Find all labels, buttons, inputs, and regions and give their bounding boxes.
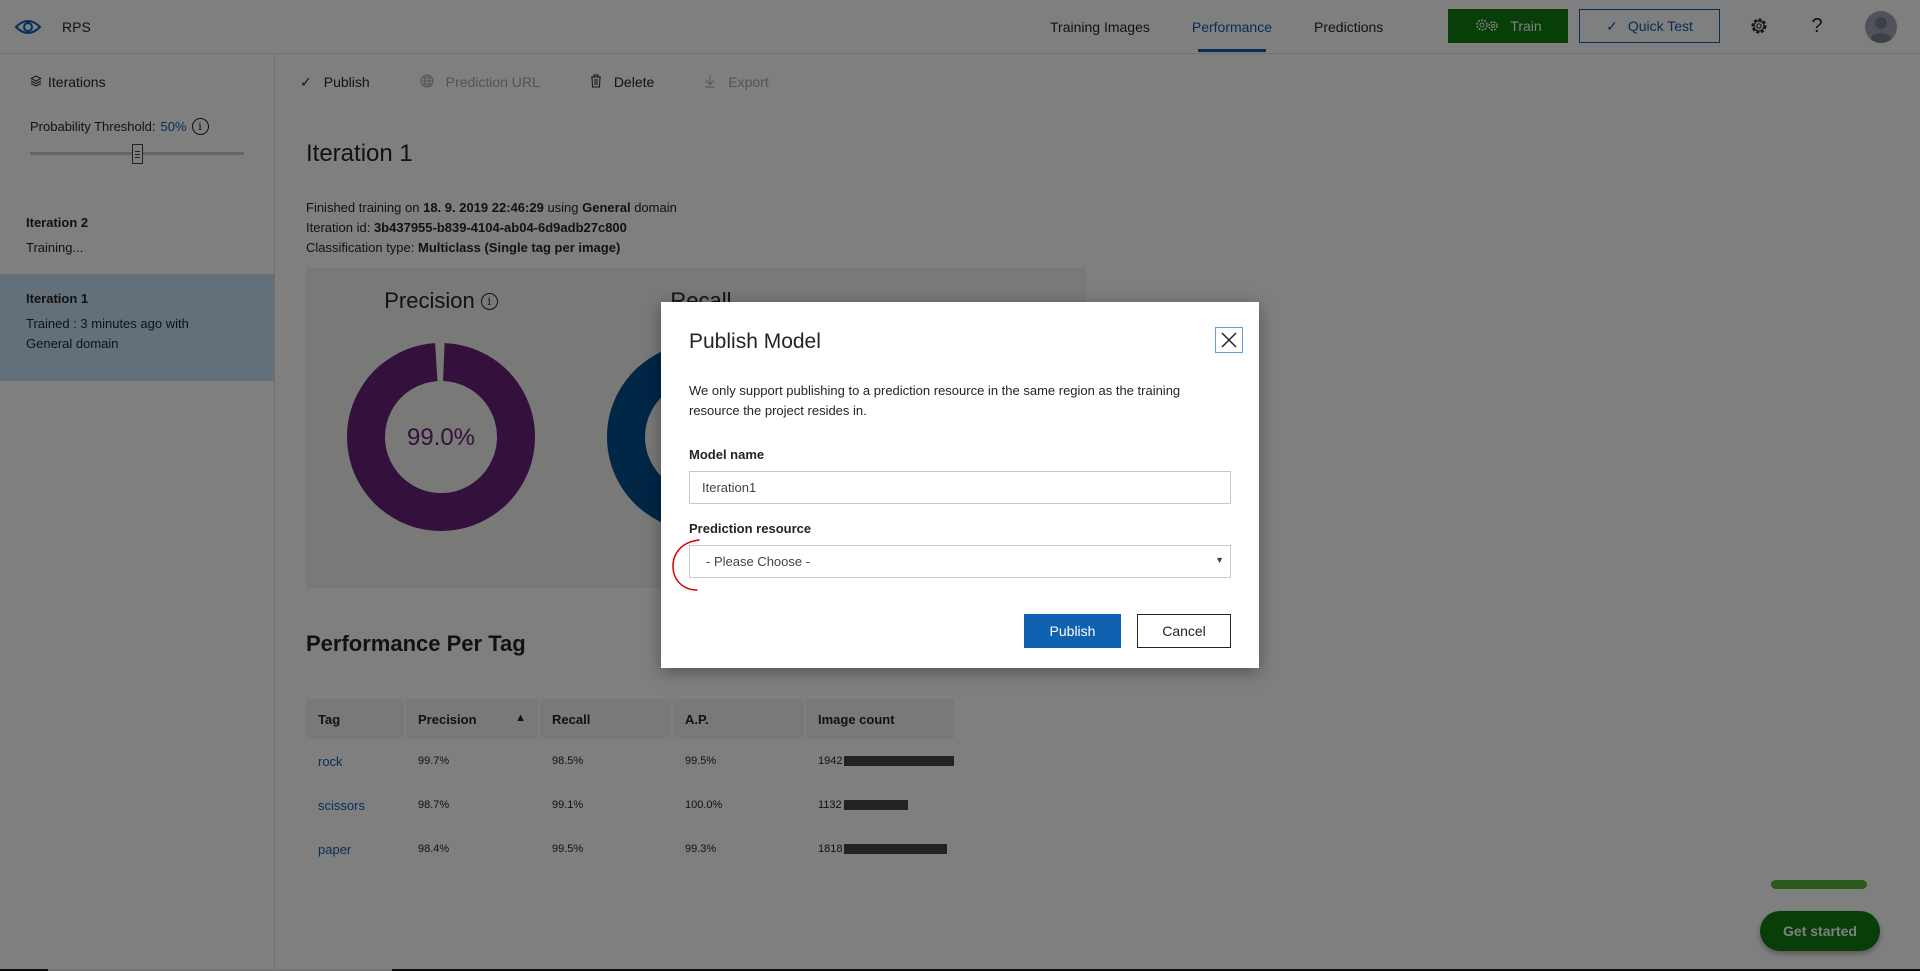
prediction-resource-value: - Please Choose -: [706, 554, 811, 569]
dialog-title: Publish Model: [689, 330, 821, 353]
prediction-resource-select[interactable]: - Please Choose - ▼: [689, 545, 1231, 578]
publish-model-dialog: Publish Model We only support publishing…: [661, 302, 1259, 668]
dialog-description: We only support publishing to a predicti…: [689, 383, 1181, 418]
close-button[interactable]: [1215, 327, 1243, 353]
close-icon: [1221, 332, 1237, 348]
prediction-resource-label: Prediction resource: [689, 521, 812, 536]
dropdown-caret-icon: ▼: [1215, 555, 1224, 565]
model-name-input[interactable]: [689, 471, 1231, 504]
cancel-button[interactable]: Cancel: [1137, 614, 1231, 648]
publish-button[interactable]: Publish: [1024, 614, 1121, 648]
model-name-label: Model name: [689, 447, 765, 462]
